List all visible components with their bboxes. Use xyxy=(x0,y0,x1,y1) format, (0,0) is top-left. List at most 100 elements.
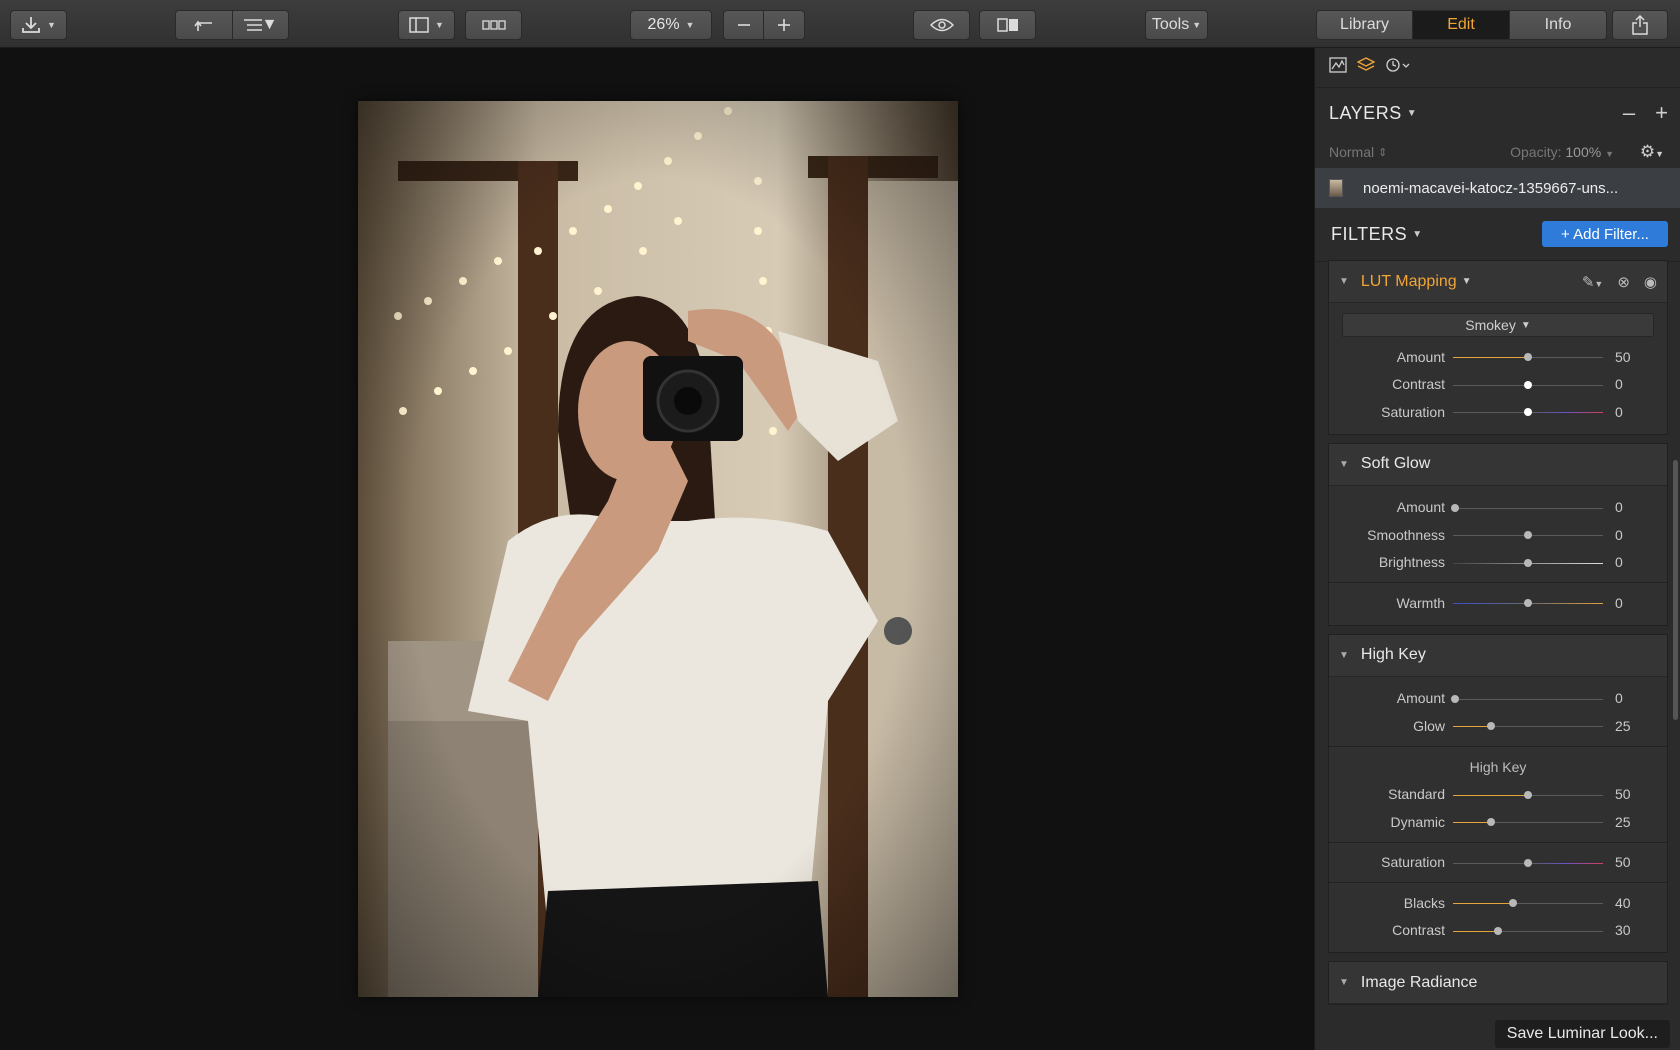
slider-track[interactable] xyxy=(1450,503,1603,512)
slider-softglow-warmth[interactable]: Warmth 0 xyxy=(1329,589,1667,617)
slider-highkey-blacks[interactable]: Blacks 40 xyxy=(1329,889,1667,917)
add-filter-button[interactable]: + Add Filter... xyxy=(1542,221,1668,247)
brush-icon[interactable]: ✎▼ xyxy=(1582,273,1604,291)
image-canvas[interactable] xyxy=(0,48,1314,1050)
slider-knob[interactable] xyxy=(1486,722,1495,730)
slider-highkey-dynamic[interactable]: Dynamic 25 xyxy=(1329,808,1667,836)
zoom-out-button[interactable] xyxy=(723,10,764,40)
slider-track[interactable] xyxy=(1453,380,1603,389)
slider-softglow-amount[interactable]: Amount 0 xyxy=(1329,494,1667,522)
tab-library-label: Library xyxy=(1340,16,1389,33)
sidebar-toggle-button[interactable]: ▼ xyxy=(398,10,455,40)
slider-knob[interactable] xyxy=(1524,380,1532,389)
slider-knob[interactable] xyxy=(1509,899,1517,907)
visibility-eye-icon[interactable]: ◉ xyxy=(1644,273,1657,291)
slider-lut-contrast[interactable]: Contrast 0 xyxy=(1329,371,1667,399)
collapse-triangle-icon[interactable]: ▼ xyxy=(1339,977,1349,988)
slider-label: Glow xyxy=(1413,717,1445,734)
panel-scrollbar[interactable] xyxy=(1673,460,1678,720)
slider-track[interactable] xyxy=(1453,599,1603,607)
slider-knob[interactable] xyxy=(1524,531,1532,539)
slider-track[interactable] xyxy=(1453,899,1603,907)
slider-track[interactable] xyxy=(1453,408,1603,416)
zoom-in-button[interactable] xyxy=(764,10,805,40)
filter-header[interactable]: ▼ Soft Glow xyxy=(1329,443,1667,486)
filmstrip-button[interactable] xyxy=(465,10,522,40)
slider-knob[interactable] xyxy=(1524,790,1532,799)
right-panel: LAYERS ▼ – + Normal ⇕ Opacity: 100% ▼ ⚙▼… xyxy=(1314,48,1680,1050)
slider-value: 50 xyxy=(1615,348,1631,365)
filter-header[interactable]: ▼ Image Radiance xyxy=(1329,962,1667,1004)
slider-value: 50 xyxy=(1615,786,1631,803)
slider-lut-saturation[interactable]: Saturation 0 xyxy=(1329,398,1667,426)
slider-label: Brightness xyxy=(1378,554,1445,571)
export-button[interactable]: ▼ xyxy=(10,10,67,40)
slider-highkey-amount[interactable]: Amount 0 xyxy=(1329,685,1667,713)
share-button[interactable] xyxy=(1612,10,1668,40)
filter-header[interactable]: ▼ High Key xyxy=(1329,634,1667,677)
gear-icon[interactable]: ⚙▼ xyxy=(1640,142,1664,162)
chevron-down-icon[interactable]: ▼ xyxy=(1462,276,1472,287)
chevron-down-icon: ▼ xyxy=(47,20,56,30)
history-clock-icon[interactable] xyxy=(1385,57,1411,78)
save-luminar-look-button[interactable]: Save Luminar Look... xyxy=(1494,1020,1670,1048)
photo-preview xyxy=(358,101,958,997)
slider-value: 0 xyxy=(1615,690,1623,707)
blend-mode-select[interactable]: Normal xyxy=(1329,144,1374,160)
collapse-triangle-icon[interactable]: ▼ xyxy=(1339,650,1349,661)
slider-track[interactable] xyxy=(1453,858,1603,867)
slider-value: 0 xyxy=(1615,403,1623,420)
add-layer-icon[interactable]: + xyxy=(1655,100,1668,126)
lut-preset-select[interactable]: Smokey ▼ xyxy=(1342,313,1654,337)
slider-knob[interactable] xyxy=(1524,353,1532,361)
remove-layer-icon[interactable]: – xyxy=(1623,100,1635,126)
slider-lut-amount[interactable]: Amount 50 xyxy=(1329,343,1667,371)
opacity-value: 100% xyxy=(1565,144,1602,160)
slider-softglow-brightness[interactable]: Brightness 0 xyxy=(1329,549,1667,577)
opacity-control[interactable]: Opacity: 100% ▼ xyxy=(1510,144,1614,160)
slider-knob[interactable] xyxy=(1494,926,1502,935)
slider-track[interactable] xyxy=(1453,818,1603,826)
slider-track[interactable] xyxy=(1453,926,1603,935)
slider-track[interactable] xyxy=(1453,558,1603,567)
slider-knob[interactable] xyxy=(1524,599,1532,607)
tab-edit[interactable]: Edit xyxy=(1413,10,1510,40)
slider-knob[interactable] xyxy=(1524,858,1532,867)
filter-header[interactable]: ▼ LUT Mapping ▼ ✎▼ ⊗ ◉ xyxy=(1329,261,1667,303)
slider-knob[interactable] xyxy=(1450,694,1459,703)
layer-item[interactable]: noemi-macavei-katocz-1359667-uns... xyxy=(1315,168,1680,208)
eye-icon xyxy=(929,18,954,32)
slider-track[interactable] xyxy=(1450,694,1603,703)
layers-title[interactable]: LAYERS xyxy=(1329,103,1402,124)
collapse-triangle-icon[interactable]: ▼ xyxy=(1339,276,1349,287)
slider-knob[interactable] xyxy=(1450,503,1459,512)
slider-highkey-glow[interactable]: Glow 25 xyxy=(1329,712,1667,740)
preview-button[interactable] xyxy=(913,10,970,40)
reset-icon[interactable]: ⊗ xyxy=(1617,273,1630,291)
slider-highkey-contrast[interactable]: Contrast 30 xyxy=(1329,917,1667,945)
slider-knob[interactable] xyxy=(1486,818,1495,826)
tools-menu-button[interactable]: Tools ▼ xyxy=(1145,10,1208,40)
zoom-controls xyxy=(723,10,805,40)
download-icon xyxy=(22,17,40,33)
slider-highkey-saturation[interactable]: Saturation 50 xyxy=(1329,849,1667,877)
slider-track[interactable] xyxy=(1453,790,1603,799)
collapse-triangle-icon[interactable]: ▼ xyxy=(1339,459,1349,470)
zoom-select[interactable]: 26% ▼ xyxy=(630,10,712,40)
slider-knob[interactable] xyxy=(1524,408,1532,416)
slider-track[interactable] xyxy=(1453,353,1603,361)
filters-title[interactable]: FILTERS xyxy=(1331,224,1407,245)
slider-knob[interactable] xyxy=(1524,558,1532,567)
undo-button[interactable] xyxy=(175,10,233,40)
filters-list[interactable]: ▼ LUT Mapping ▼ ✎▼ ⊗ ◉ Smokey ▼ Amount 5… xyxy=(1315,260,1680,1008)
compare-button[interactable] xyxy=(979,10,1036,40)
tab-library[interactable]: Library xyxy=(1316,10,1413,40)
list-menu-button[interactable]: ▼ xyxy=(233,10,289,40)
histogram-icon[interactable] xyxy=(1329,57,1347,78)
layers-icon[interactable] xyxy=(1356,57,1376,78)
slider-softglow-smoothness[interactable]: Smoothness 0 xyxy=(1329,521,1667,549)
slider-track[interactable] xyxy=(1453,531,1603,539)
tab-info[interactable]: Info xyxy=(1510,10,1607,40)
slider-highkey-standard[interactable]: Standard 50 xyxy=(1329,781,1667,809)
slider-track[interactable] xyxy=(1453,722,1603,730)
